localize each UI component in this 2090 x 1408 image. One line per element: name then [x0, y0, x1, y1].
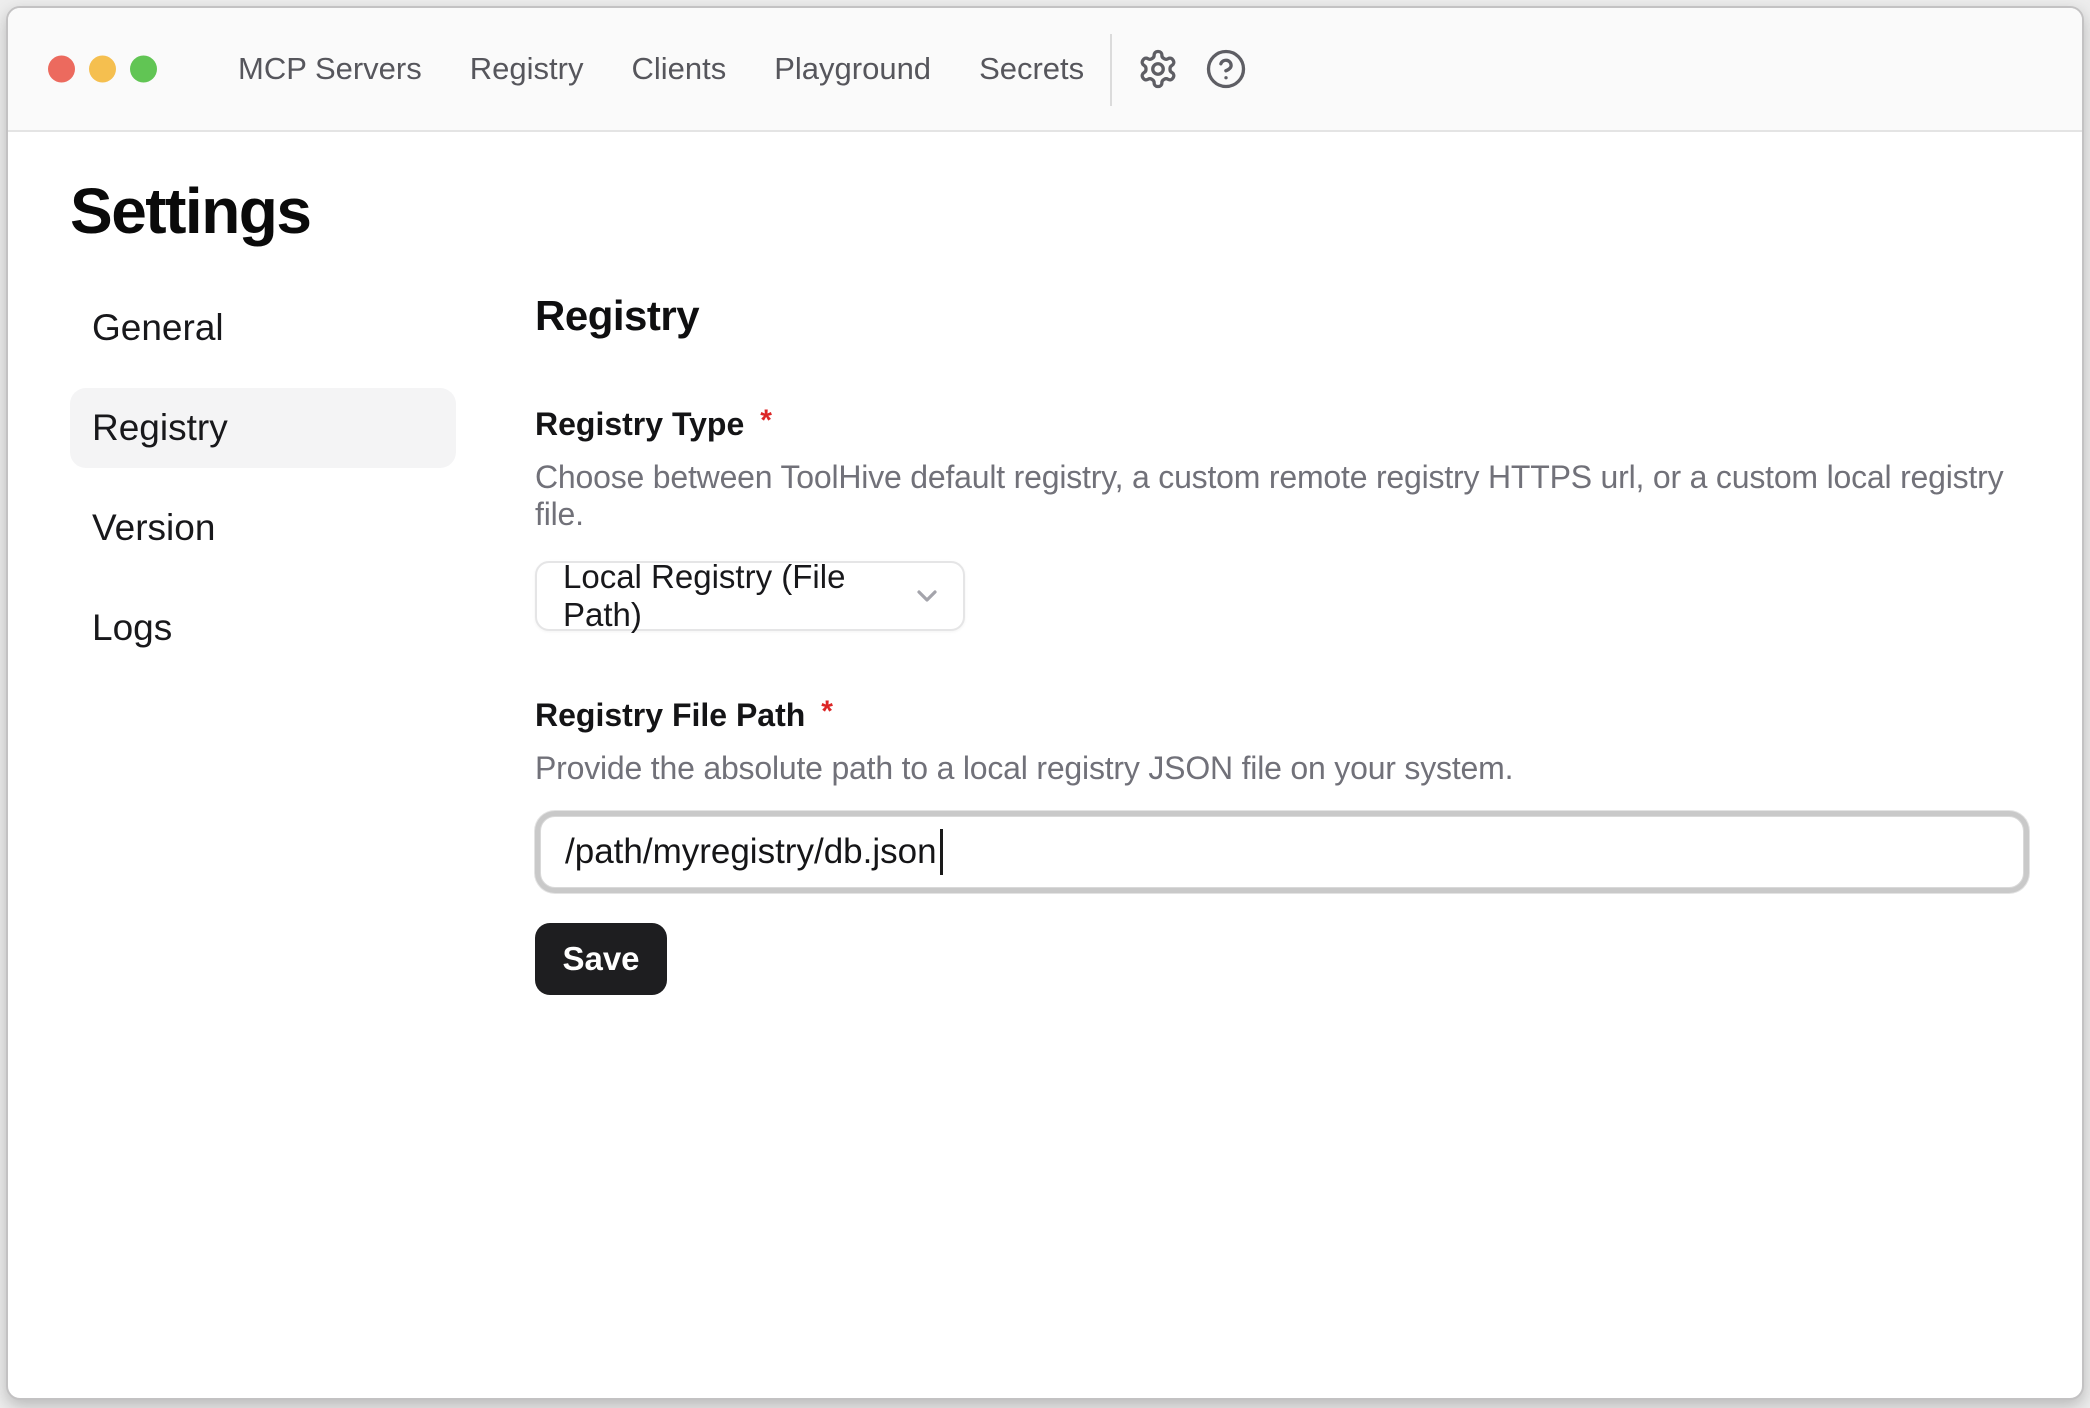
registry-type-description: Choose between ToolHive default registry…: [535, 459, 2029, 533]
sidebar-item-general[interactable]: General: [70, 288, 456, 368]
registry-file-path-label: Registry File Path *: [535, 697, 2029, 734]
close-button[interactable]: [48, 56, 75, 83]
registry-settings-panel: Registry Registry Type * Choose between …: [535, 292, 2029, 995]
top-nav: MCP Servers Registry Clients Playground …: [238, 8, 1084, 130]
titlebar-divider: [1110, 34, 1112, 106]
sidebar-item-label: Version: [92, 507, 215, 549]
registry-type-select[interactable]: Local Registry (File Path): [535, 561, 965, 631]
gear-icon: [1137, 48, 1179, 90]
sidebar-item-version[interactable]: Version: [70, 488, 456, 568]
nav-item-playground[interactable]: Playground: [774, 51, 931, 87]
help-icon: [1205, 48, 1247, 90]
sidebar-item-label: Registry: [92, 407, 228, 449]
page-title: Settings: [70, 174, 310, 248]
nav-item-registry[interactable]: Registry: [470, 51, 584, 87]
text-caret: [940, 829, 943, 875]
field-label-text: Registry Type: [535, 406, 744, 443]
sidebar-item-label: General: [92, 307, 224, 349]
nav-item-mcp-servers[interactable]: MCP Servers: [238, 51, 422, 87]
chevron-down-icon: [911, 580, 943, 612]
help-button[interactable]: [1204, 47, 1248, 91]
select-value: Local Registry (File Path): [563, 558, 911, 634]
titlebar-icons: [1136, 8, 1248, 130]
registry-type-label: Registry Type *: [535, 406, 2029, 443]
nav-item-clients[interactable]: Clients: [631, 51, 726, 87]
sidebar-item-label: Logs: [92, 607, 172, 649]
settings-sidebar: General Registry Version Logs: [70, 288, 456, 688]
input-value: /path/myregistry/db.json: [565, 832, 937, 872]
field-label-text: Registry File Path: [535, 697, 805, 734]
registry-file-path-input-focus-ring: /path/myregistry/db.json: [535, 811, 2029, 893]
required-asterisk: *: [760, 404, 772, 438]
zoom-button[interactable]: [130, 56, 157, 83]
minimize-button[interactable]: [89, 56, 116, 83]
settings-button[interactable]: [1136, 47, 1180, 91]
window-controls: [48, 56, 157, 83]
sidebar-item-registry[interactable]: Registry: [70, 388, 456, 468]
app-window: MCP Servers Registry Clients Playground …: [6, 6, 2084, 1400]
sidebar-item-logs[interactable]: Logs: [70, 588, 456, 668]
titlebar: MCP Servers Registry Clients Playground …: [8, 8, 2082, 132]
required-asterisk: *: [821, 695, 833, 729]
registry-file-path-description: Provide the absolute path to a local reg…: [535, 750, 2029, 787]
section-title: Registry: [535, 292, 2029, 340]
registry-file-path-input[interactable]: /path/myregistry/db.json: [540, 816, 2024, 888]
save-button[interactable]: Save: [535, 923, 667, 995]
nav-item-secrets[interactable]: Secrets: [979, 51, 1084, 87]
